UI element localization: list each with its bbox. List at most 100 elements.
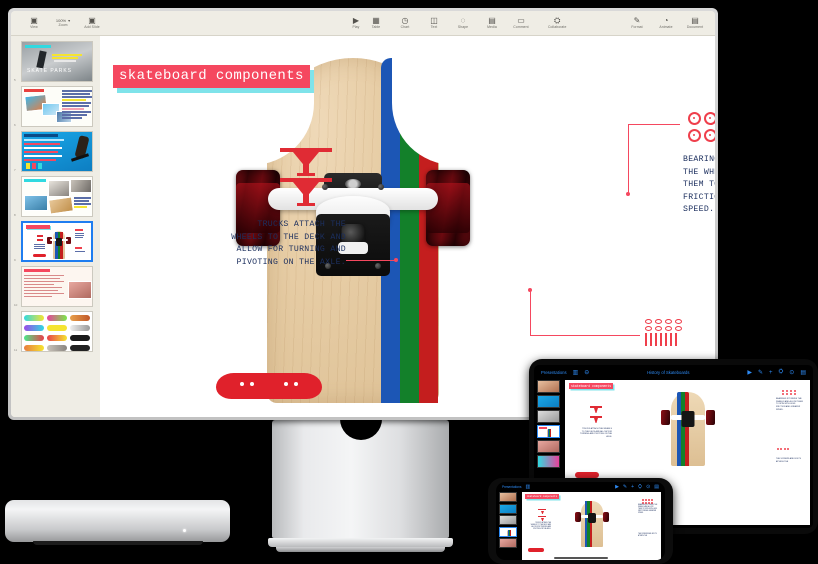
iphone-body: skateboard components TRUCKS ATTACH THE …	[496, 492, 665, 560]
play-icon[interactable]: ▶	[615, 484, 619, 490]
bearing-icon	[688, 112, 701, 125]
screws-glyph	[645, 319, 689, 351]
iphone-truck-glyph-axle	[538, 516, 546, 517]
document-button[interactable]: ▤ Document	[686, 16, 704, 30]
chart-button[interactable]: ◷ Chart	[396, 16, 414, 30]
iphone-home-indicator	[553, 557, 608, 559]
ipad-thumbnail[interactable]	[537, 395, 560, 408]
ipad-thumbnail[interactable]	[537, 440, 560, 453]
truck-glyph-foot	[297, 173, 315, 176]
insert-icon[interactable]: +	[631, 484, 634, 490]
slide-number: 11	[14, 348, 18, 352]
animate-button[interactable]: ◔ Animate	[657, 16, 675, 30]
ipad-annotation-trucks: TRUCKS ATTACH THE WHEELS TO THE DECK AND…	[580, 428, 612, 439]
ipad-thumbnail[interactable]	[537, 380, 560, 393]
annotation-bearings[interactable]: BEARINGS FIT INSIDE THE WHEELS AND ALLOW…	[683, 154, 715, 217]
more-icon[interactable]: ⊙	[646, 484, 650, 490]
collaborate-icon[interactable]: ⛭	[778, 369, 783, 376]
truck-glyph-axle	[280, 178, 332, 182]
iphone-back-button[interactable]: Presentations	[502, 485, 522, 489]
screw-shaft-icon	[665, 332, 667, 346]
view-button[interactable]: ▣ View	[25, 16, 43, 30]
play-icon[interactable]: ▶	[747, 369, 752, 376]
zoom-icon[interactable]: ⊖	[584, 369, 589, 376]
add-slide-icon: ▣	[88, 16, 96, 25]
display-stand-foot	[268, 538, 453, 547]
slide-thumbnail-6[interactable]: 6	[14, 86, 93, 127]
slide-thumbnail-9[interactable]: 9	[14, 221, 93, 262]
text-button[interactable]: ◫ Text	[425, 16, 443, 30]
iphone-slide-navigator[interactable]	[499, 492, 518, 560]
mac-mini-body	[5, 500, 230, 542]
slide-thumbnail-10[interactable]: 10	[14, 266, 93, 307]
zoom-label: Zoom	[58, 23, 68, 27]
iphone-thumbnail[interactable]	[499, 538, 517, 548]
play-button[interactable]: ▶ Play	[347, 16, 365, 30]
iphone-thumbnail[interactable]	[499, 503, 517, 514]
chart-label: Chart	[400, 25, 410, 29]
iphone-annotation-bearings: BEARINGS FIT INSIDE THE WHEELS AND ALLOW…	[638, 505, 658, 514]
ipad-annotation-screws: THE SCREWS AND BOLTS ATTACH THE	[776, 458, 801, 463]
screw-shaft-icon	[655, 332, 657, 346]
zoom-control[interactable]: 100% ▾ Zoom	[54, 18, 72, 28]
format-button[interactable]: ✎ Format	[628, 16, 646, 30]
ipad-truck-glyph-body	[594, 418, 598, 423]
iphone-slide-canvas[interactable]: skateboard components TRUCKS ATTACH THE …	[522, 492, 661, 560]
shape-label: Shape	[457, 25, 469, 29]
screw-head-icon	[654, 319, 662, 324]
slide-number: 9	[14, 258, 16, 262]
toolbar-insert-group: ▦ Table ◷ Chart ◫ Text ◌ Shape ▤ Media ▭…	[367, 16, 530, 30]
ipad-back-button[interactable]: Presentations	[541, 370, 567, 375]
slide-thumbnail-7[interactable]: 7	[14, 131, 93, 172]
deck-hole	[250, 382, 254, 386]
comment-button[interactable]: ▭ Comment	[512, 16, 530, 30]
document-icon[interactable]: ▤	[800, 369, 806, 376]
slide-thumbnail-5[interactable]: SKATE PARKS 5	[14, 41, 93, 82]
format-icon[interactable]: ✎	[623, 484, 627, 490]
sidebar-icon[interactable]: ▥	[526, 484, 531, 490]
insert-icon[interactable]: +	[769, 370, 773, 376]
document-icon[interactable]: ▤	[654, 484, 659, 490]
table-button[interactable]: ▦ Table	[367, 16, 385, 30]
ipad-stripe-green	[680, 392, 685, 466]
iphone-slide-content: skateboard components TRUCKS ATTACH THE …	[522, 492, 661, 560]
ipad-thumbnail[interactable]	[537, 410, 560, 423]
slide-thumbnail-8[interactable]: 8	[14, 176, 93, 217]
slide-title[interactable]: skateboard components	[113, 65, 310, 88]
ipad-annotation-bearings: BEARINGS FIT INSIDE THE WHEELS AND ALLOW…	[776, 398, 803, 411]
media-button[interactable]: ▤ Media	[483, 16, 501, 30]
slide-thumbnail-11[interactable]: 11	[14, 311, 93, 352]
toolbar-left-group: ▣ View 100% ▾ Zoom ▣ Add Slide	[25, 16, 101, 30]
slide-thumbnail-art	[21, 266, 93, 307]
leader-dot-bearings	[626, 192, 630, 196]
sidebar-icon[interactable]: ▥	[573, 369, 579, 376]
add-slide-button[interactable]: ▣ Add Slide	[83, 16, 101, 30]
iphone-thumbnail[interactable]	[499, 515, 517, 525]
truck-glyph-axle	[280, 148, 332, 152]
collaborate-icon[interactable]: ⛭	[638, 484, 642, 490]
toolbar-collaborate-group: ⛭ Collaborate	[548, 16, 566, 30]
format-icon[interactable]: ✎	[758, 369, 763, 376]
slide-number: 5	[14, 78, 16, 82]
screw-shaft-row	[645, 332, 689, 346]
display-screen: ▣ View 100% ▾ Zoom ▣ Add Slide ▶ Play ▦ …	[11, 11, 715, 417]
ipad-thumbnail-selected[interactable]	[537, 425, 560, 438]
ipad-thumbnail[interactable]	[537, 455, 560, 468]
slide-number: 6	[14, 123, 16, 127]
keynote-toolbar: ▣ View 100% ▾ Zoom ▣ Add Slide ▶ Play ▦ …	[11, 11, 715, 36]
annotation-trucks[interactable]: TRUCKS ATTACH THE WHEELS TO THE DECK AND…	[228, 219, 346, 269]
leader-line-screws-h	[530, 335, 640, 337]
collaborate-button[interactable]: ⛭ Collaborate	[548, 16, 566, 30]
slide-navigator[interactable]: SKATE PARKS 5 6 7 8 9 10 11	[11, 36, 100, 417]
truck-glyph-foot	[297, 203, 315, 206]
iphone-truck-glyph-axle	[538, 509, 546, 510]
leader-line-bearings-v	[628, 124, 630, 194]
screw-shaft-icon	[660, 332, 662, 346]
iphone-thumbnail-selected[interactable]	[499, 526, 517, 537]
collaborate-icon: ⛭	[554, 16, 561, 25]
deck-hole	[284, 382, 288, 386]
iphone-thumbnail[interactable]	[499, 492, 517, 502]
more-icon[interactable]: ⊙	[789, 369, 794, 376]
mounting-bolt	[375, 263, 381, 269]
shape-button[interactable]: ◌ Shape	[454, 16, 472, 30]
